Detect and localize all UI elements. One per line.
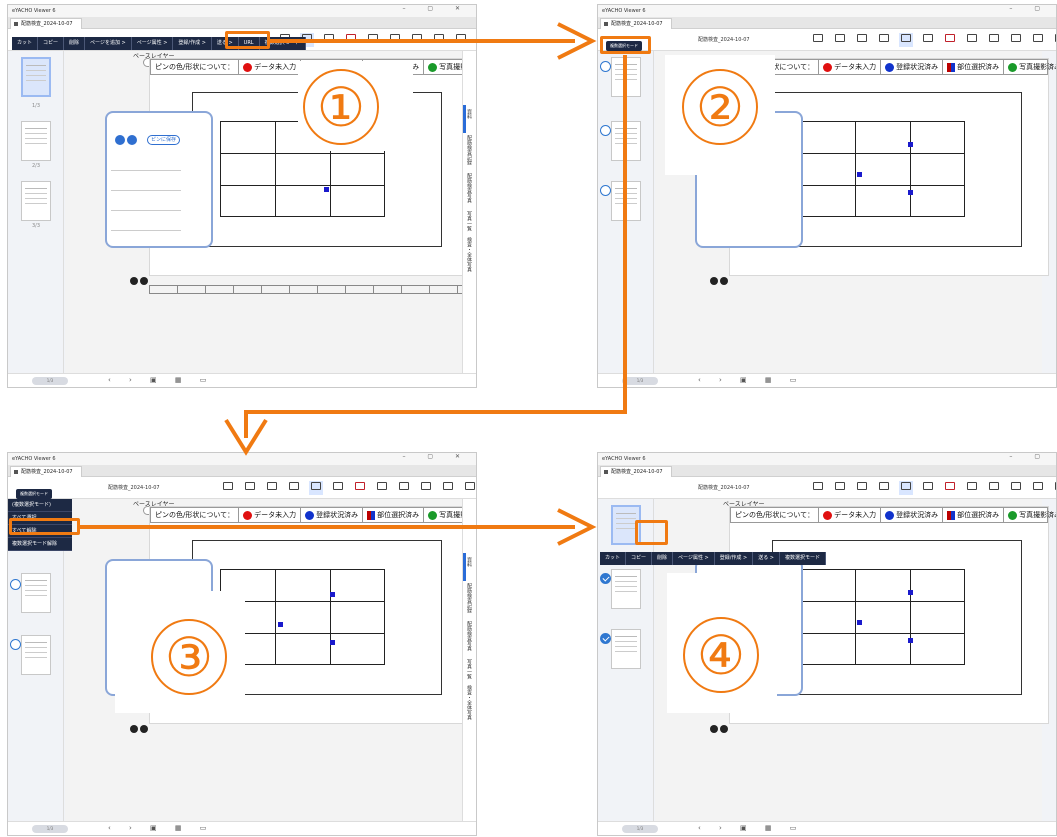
flow-arrows <box>80 22 627 546</box>
